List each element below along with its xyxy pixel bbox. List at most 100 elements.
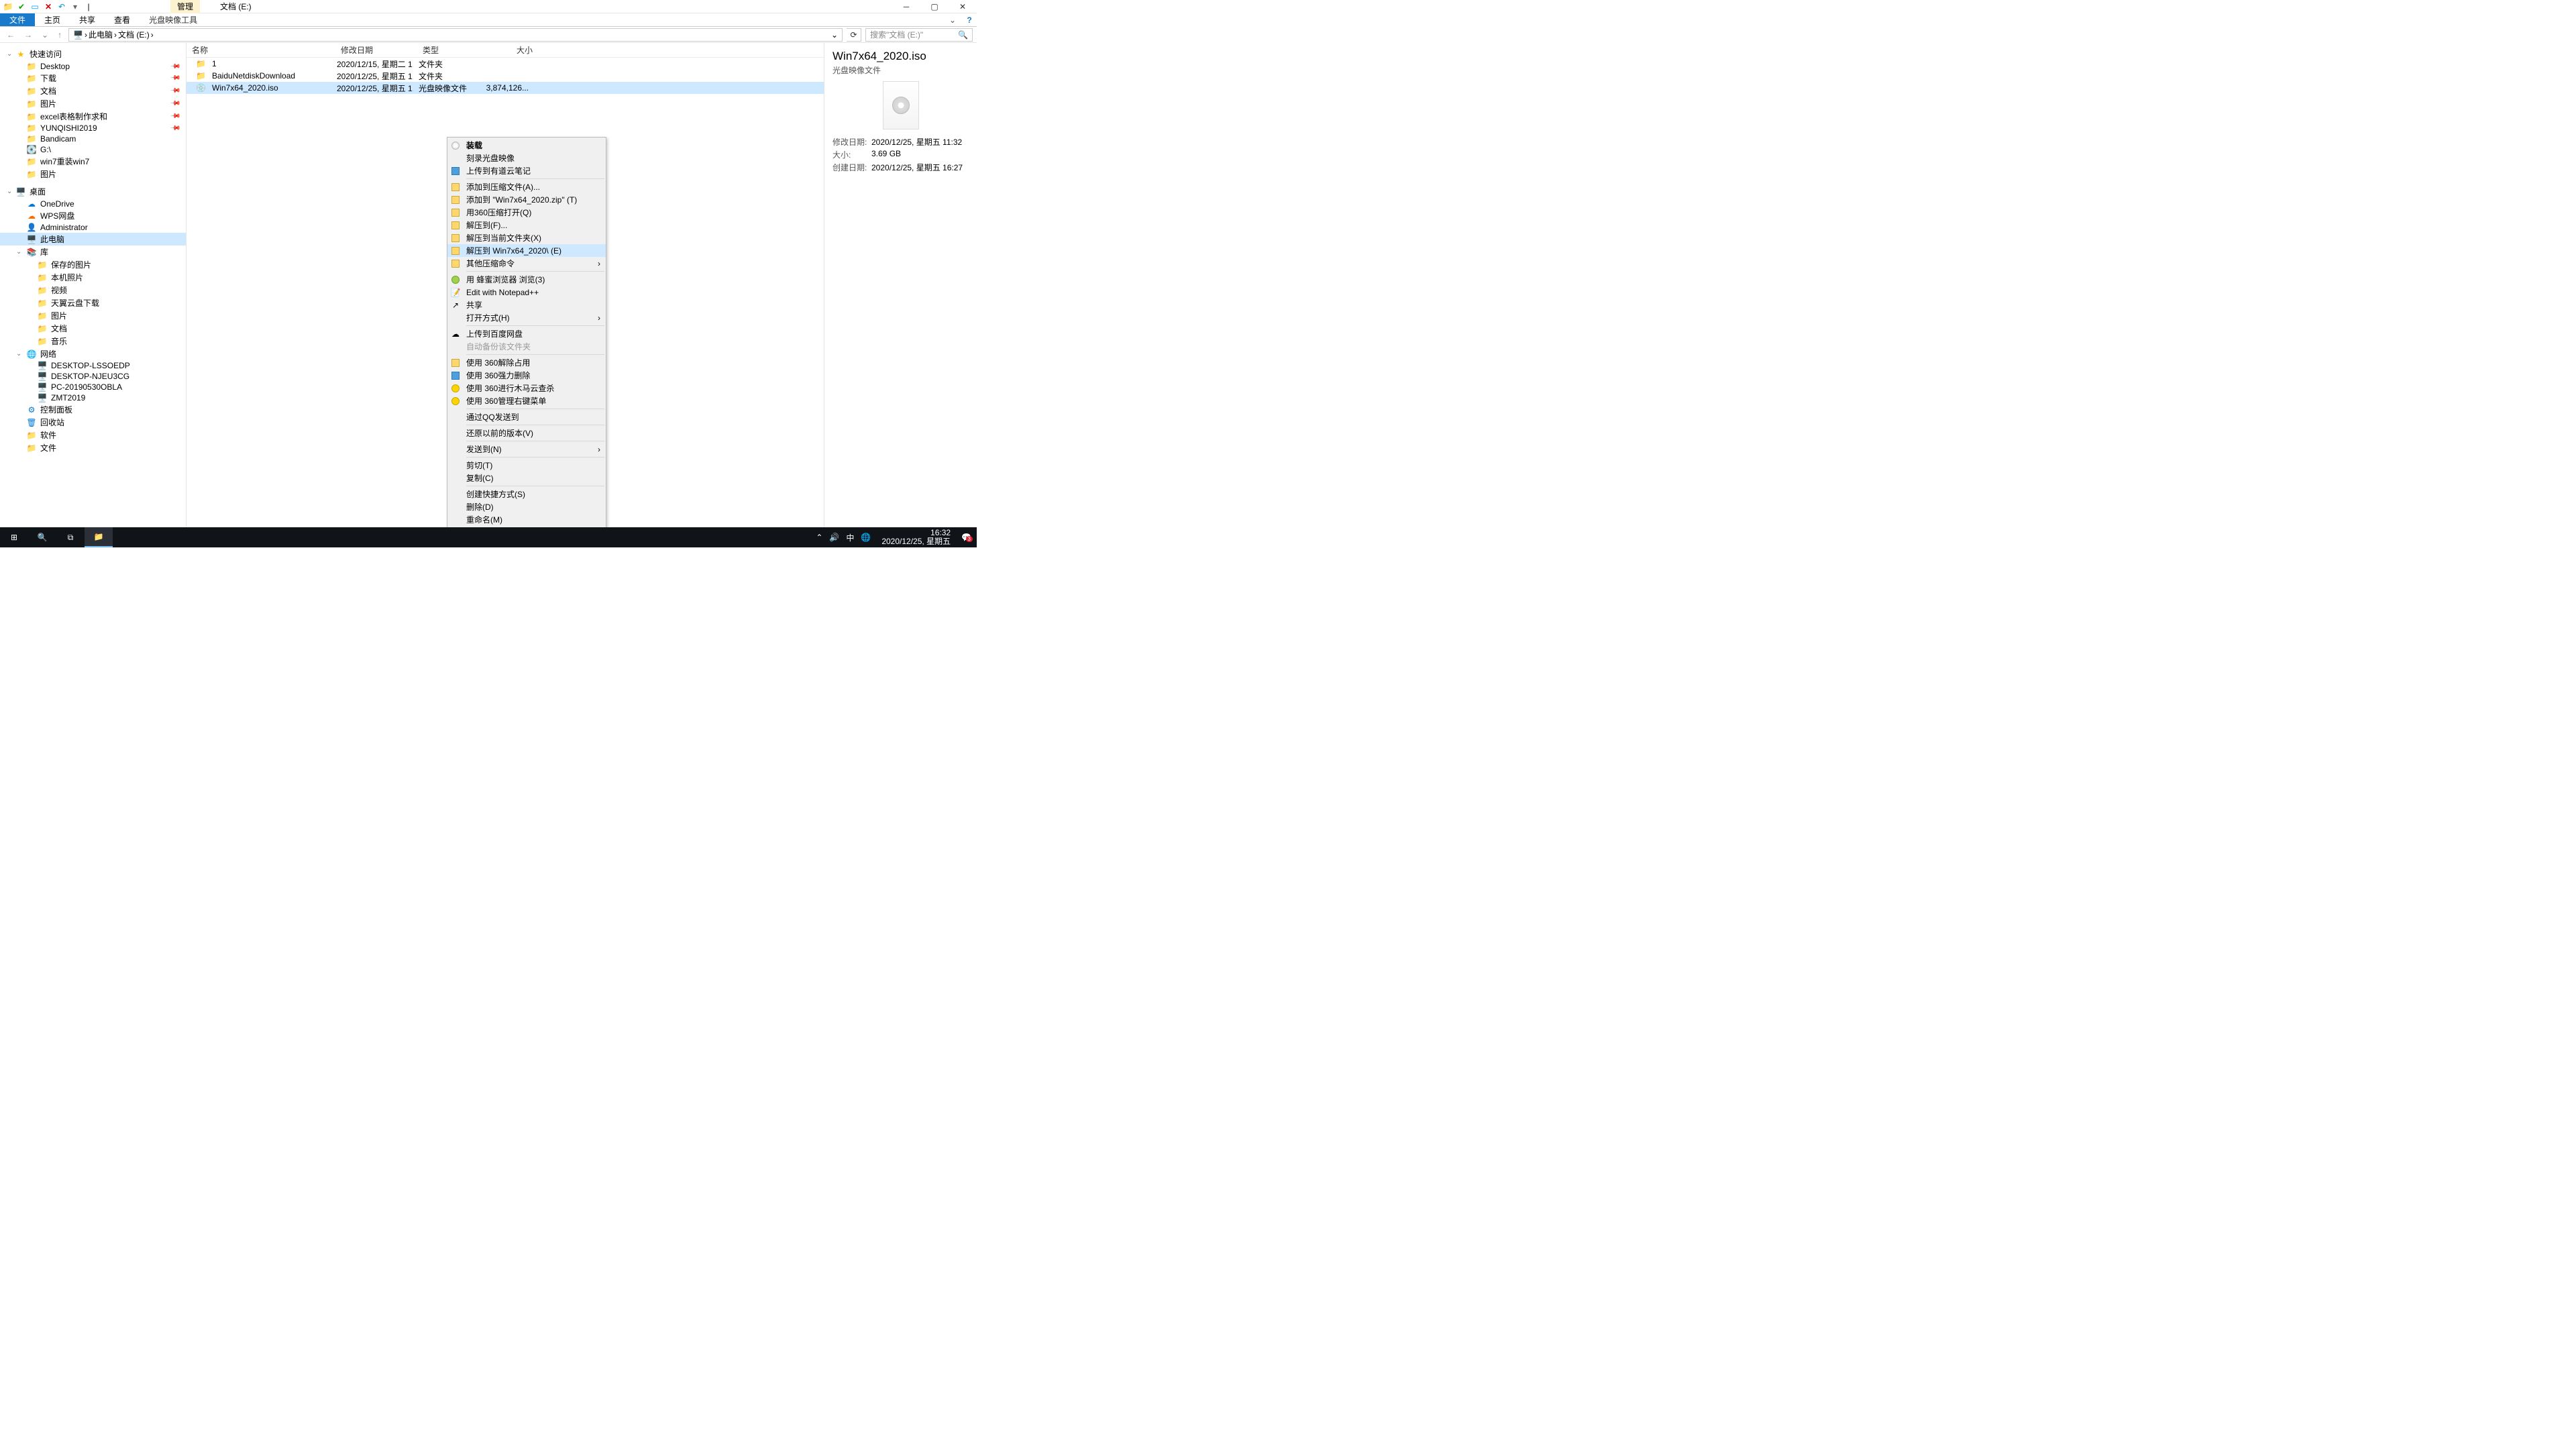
nav-item[interactable]: 📁win7重装win7 [0, 155, 186, 168]
search-input[interactable]: 搜索"文档 (E:)" 🔍 [865, 28, 973, 42]
nav-item[interactable]: 📁Desktop📌 [0, 61, 186, 72]
tray-volume-icon[interactable]: 🔊 [829, 533, 839, 542]
ctx-baidu-upload[interactable]: ☁上传到百度网盘 [447, 327, 606, 340]
ctx-360-delete[interactable]: 使用 360强力删除 [447, 369, 606, 382]
ctx-share[interactable]: ↗共享 [447, 299, 606, 311]
nav-item[interactable]: ⚙控制面板 [0, 403, 186, 416]
nav-item[interactable]: ☁WPS网盘 [0, 209, 186, 222]
ctx-other-compress[interactable]: 其他压缩命令 [447, 257, 606, 270]
tab-view[interactable]: 查看 [105, 13, 140, 26]
nav-item[interactable]: ⌄🌐网络 [0, 347, 186, 360]
nav-item[interactable]: 📁音乐 [0, 335, 186, 347]
qat-new-folder-icon[interactable]: ▭ [30, 1, 40, 12]
nav-item[interactable]: 📁图片 [0, 168, 186, 180]
ctx-360-scan[interactable]: 使用 360进行木马云查杀 [447, 382, 606, 394]
column-type[interactable]: 类型 [417, 44, 484, 56]
qat-check-icon[interactable]: ✔ [16, 1, 27, 12]
nav-item[interactable]: 💽G:\ [0, 144, 186, 155]
nav-item[interactable]: 📁excel表格制作求和📌 [0, 110, 186, 123]
nav-item[interactable]: ☁OneDrive [0, 199, 186, 209]
tray-network-icon[interactable]: 🌐 [861, 533, 871, 542]
ctx-open-360zip[interactable]: 用360压缩打开(Q) [447, 206, 606, 219]
refresh-button[interactable]: ⟳ [847, 28, 861, 42]
file-row[interactable]: 💿Win7x64_2020.iso2020/12/25, 星期五 1...光盘映… [186, 82, 824, 94]
column-name[interactable]: 名称 [186, 44, 335, 56]
tab-file[interactable]: 文件 [0, 13, 35, 26]
ctx-create-shortcut[interactable]: 创建快捷方式(S) [447, 488, 606, 500]
nav-item[interactable]: 🖥️PC-20190530OBLA [0, 382, 186, 392]
maximize-button[interactable]: ▢ [920, 0, 949, 13]
nav-back-button[interactable]: ← [4, 30, 17, 40]
qat-delete-icon[interactable]: ✕ [43, 1, 54, 12]
column-headers[interactable]: 名称 修改日期 类型 大小 [186, 43, 824, 58]
column-size[interactable]: 大小 [484, 44, 538, 56]
search-task-button[interactable]: 🔍 [28, 527, 56, 547]
nav-recent-dropdown[interactable]: ⌄ [39, 30, 51, 40]
navigation-pane[interactable]: ⌄ ★ 快速访问 📁Desktop📌📁下载📌📁文档📌📁图片📌📁excel表格制作… [0, 43, 186, 529]
nav-item[interactable]: 📁文档 [0, 322, 186, 335]
nav-group-quick-access[interactable]: ⌄ ★ 快速访问 [0, 47, 186, 61]
nav-item[interactable]: 📁本机照片 [0, 271, 186, 284]
nav-item[interactable]: ⌄📚库 [0, 246, 186, 258]
ctx-add-zip[interactable]: 添加到 "Win7x64_2020.zip" (T) [447, 193, 606, 206]
ctx-bee-browser[interactable]: 用 蜂蜜浏览器 浏览(3) [447, 273, 606, 286]
ctx-360-manage[interactable]: 使用 360管理右键菜单 [447, 394, 606, 407]
nav-item[interactable]: 📁天翼云盘下载 [0, 297, 186, 309]
nav-item[interactable]: 📁软件 [0, 429, 186, 441]
nav-item[interactable]: 📁YUNQISHI2019📌 [0, 123, 186, 133]
nav-item[interactable]: 👤Administrator [0, 222, 186, 233]
qat-dropdown-icon[interactable]: ▾ [70, 1, 80, 12]
task-view-button[interactable]: ⧉ [56, 527, 85, 547]
ctx-burn[interactable]: 刻录光盘映像 [447, 152, 606, 164]
ctx-add-archive[interactable]: 添加到压缩文件(A)... [447, 180, 606, 193]
nav-up-button[interactable]: ↑ [55, 30, 64, 40]
nav-item[interactable]: 📁文件 [0, 441, 186, 454]
action-center-icon[interactable]: 💬3 [961, 533, 971, 542]
nav-group-desktop[interactable]: ⌄ 🖥️ 桌面 [0, 184, 186, 199]
tray-overflow-icon[interactable]: ⌃ [816, 533, 822, 542]
ctx-notepad-pp[interactable]: 📝Edit with Notepad++ [447, 286, 606, 299]
tab-home[interactable]: 主页 [35, 13, 70, 26]
ctx-restore-previous[interactable]: 还原以前的版本(V) [447, 427, 606, 439]
tray-ime-icon[interactable]: 中 [846, 532, 854, 543]
ctx-extract-to[interactable]: 解压到(F)... [447, 219, 606, 231]
close-button[interactable]: ✕ [949, 0, 977, 13]
ctx-extract-named[interactable]: 解压到 Win7x64_2020\ (E) [447, 244, 606, 257]
breadcrumb-pc[interactable]: 此电脑 [89, 29, 113, 40]
ctx-rename[interactable]: 重命名(M) [447, 513, 606, 526]
ribbon-collapse-button[interactable]: ⌄ [943, 13, 962, 26]
nav-item[interactable]: 📁图片📌 [0, 97, 186, 110]
nav-item[interactable]: 📁Bandicam [0, 133, 186, 144]
ctx-youdao[interactable]: 上传到有道云笔记 [447, 164, 606, 177]
start-button[interactable]: ⊞ [0, 527, 28, 547]
qat-undo-icon[interactable]: ↶ [56, 1, 67, 12]
column-date[interactable]: 修改日期 [335, 44, 417, 56]
ctx-send-to[interactable]: 发送到(N) [447, 443, 606, 455]
nav-item[interactable]: 🖥️DESKTOP-NJEU3CG [0, 371, 186, 382]
help-button[interactable]: ? [962, 13, 977, 26]
tab-disc-image-tools[interactable]: 光盘映像工具 [140, 13, 207, 26]
minimize-button[interactable]: ─ [892, 0, 920, 13]
ctx-qq-send[interactable]: 通过QQ发送到 [447, 411, 606, 423]
file-row[interactable]: 📁12020/12/15, 星期二 1...文件夹 [186, 58, 824, 70]
nav-item[interactable]: 📁视频 [0, 284, 186, 297]
ctx-menu-delete[interactable]: 删除(D) [447, 500, 606, 513]
nav-item[interactable]: 🗑回收站 [0, 416, 186, 429]
nav-item[interactable]: 🖥️此电脑 [0, 233, 186, 246]
nav-item[interactable]: 🖥️DESKTOP-LSSOEDP [0, 360, 186, 371]
nav-item[interactable]: 📁保存的图片 [0, 258, 186, 271]
ctx-extract-here[interactable]: 解压到当前文件夹(X) [447, 231, 606, 244]
nav-item[interactable]: 📁图片 [0, 309, 186, 322]
tab-share[interactable]: 共享 [70, 13, 105, 26]
taskbar-clock[interactable]: 16:32 2020/12/25, 星期五 [877, 529, 955, 546]
nav-forward-button[interactable]: → [21, 30, 35, 40]
ctx-cut[interactable]: 剪切(T) [447, 459, 606, 472]
nav-item[interactable]: 📁文档📌 [0, 85, 186, 97]
nav-item[interactable]: 📁下载📌 [0, 72, 186, 85]
taskbar-explorer-button[interactable]: 📁 [85, 527, 113, 547]
ctx-mount[interactable]: 装载 [447, 139, 606, 152]
address-breadcrumb[interactable]: 🖥️ › 此电脑 › 文档 (E:) › ⌄ [68, 28, 843, 42]
ctx-360-release[interactable]: 使用 360解除占用 [447, 356, 606, 369]
file-row[interactable]: 📁BaiduNetdiskDownload2020/12/25, 星期五 1..… [186, 70, 824, 82]
breadcrumb-drive[interactable]: 文档 (E:) [118, 29, 150, 40]
